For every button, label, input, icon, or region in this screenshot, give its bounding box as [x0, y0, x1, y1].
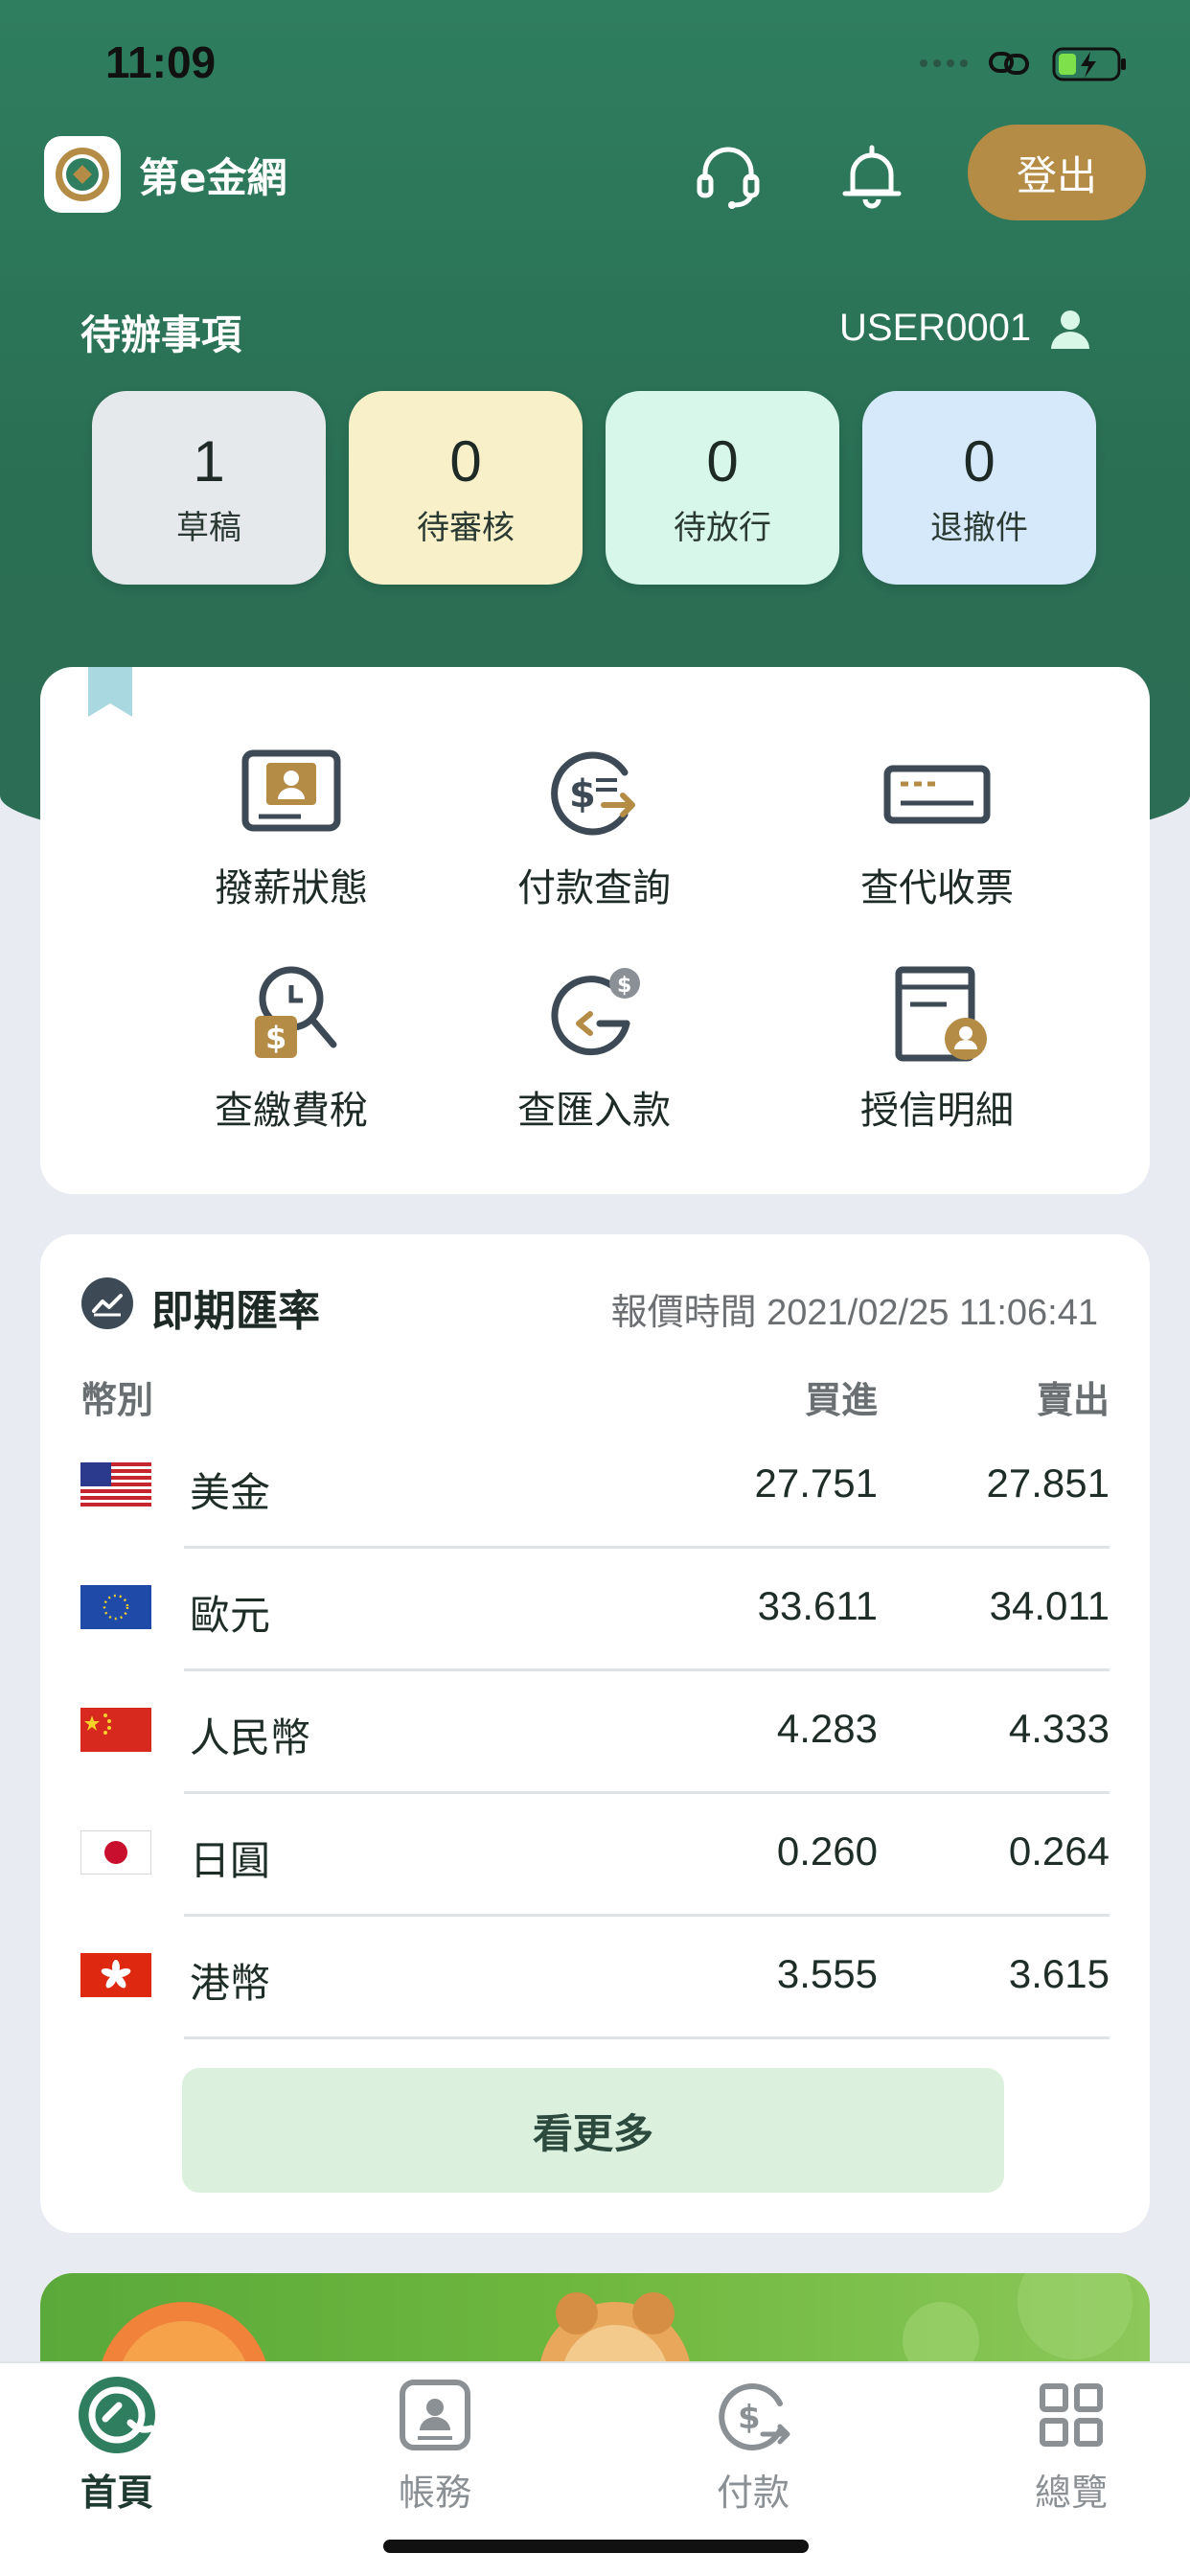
quick-menu-card: 撥薪狀態 $ 付款查詢 查代收票 $ 查繳費稅 $ 查匯入款 授信明細 — [40, 667, 1150, 1194]
tab-payment[interactable]: $ 付款 — [657, 2375, 849, 2528]
todo-card-pending-review[interactable]: 0 待審核 — [349, 391, 583, 585]
tab-home[interactable]: 首頁 — [21, 2375, 213, 2528]
credit-detail-icon — [895, 966, 987, 1062]
menu-label: 查繳費稅 — [215, 1089, 368, 1133]
menu-label: 撥薪狀態 — [215, 866, 368, 910]
exchange-rate-card: 即期匯率 報價時間 2021/02/25 11:06:41 幣別 買進 賣出 美… — [40, 1234, 1150, 2233]
menu-item-credit-detail[interactable]: 授信明細 — [793, 956, 1081, 1148]
trend-chart-icon — [81, 1277, 133, 1329]
account-icon — [400, 2380, 470, 2450]
todo-label: 退撤件 — [930, 508, 1028, 547]
tax-payment-icon: $ — [255, 966, 337, 1058]
rate-row-jpy[interactable]: 日圓 0.260 0.264 — [40, 1794, 1150, 1917]
rate-row-eur[interactable]: 歐元 33.611 34.011 — [40, 1549, 1150, 1671]
sell-rate: 4.333 — [1008, 1706, 1110, 1751]
todo-count: 0 — [449, 428, 482, 494]
svg-text:$: $ — [738, 2399, 761, 2437]
cn-flag-icon — [80, 1708, 151, 1752]
menu-item-collection-check[interactable]: 查代收票 — [793, 734, 1081, 926]
battery-icon — [1052, 47, 1126, 81]
buy-rate: 0.260 — [776, 1828, 878, 1874]
currency-name: 人民幣 — [190, 1714, 311, 1761]
todo-label: 待放行 — [674, 508, 771, 547]
menu-label: 查匯入款 — [517, 1089, 671, 1133]
signal-icon — [920, 59, 968, 67]
rate-row-hkd[interactable]: 港幣 3.555 3.615 — [40, 1917, 1150, 2039]
tab-label: 總覽 — [1034, 2472, 1108, 2514]
eu-flag-icon — [80, 1585, 151, 1629]
svg-text:$: $ — [569, 772, 596, 816]
todo-label: 待審核 — [417, 508, 515, 547]
tab-overview[interactable]: 總覽 — [975, 2375, 1167, 2528]
menu-label: 查代收票 — [860, 866, 1014, 910]
status-time: 11:09 — [105, 37, 217, 87]
menu-item-inward-remittance[interactable]: $ 查匯入款 — [450, 956, 738, 1148]
currency-name: 美金 — [190, 1469, 271, 1516]
sell-rate: 3.615 — [1008, 1951, 1110, 1996]
buy-rate: 33.611 — [757, 1583, 878, 1628]
sell-rate: 27.851 — [986, 1460, 1110, 1506]
column-header-currency: 幣別 — [80, 1379, 154, 1421]
buy-rate: 3.555 — [776, 1951, 878, 1996]
customer-service-icon[interactable] — [690, 138, 767, 215]
column-header-buy: 買進 — [804, 1379, 878, 1421]
payroll-icon — [241, 749, 341, 832]
tab-label: 首頁 — [80, 2472, 153, 2514]
row-divider — [184, 2036, 1110, 2039]
user-id: USER0001 — [839, 307, 1032, 349]
hotspot-link-icon — [989, 52, 1029, 75]
menu-label: 付款查詢 — [517, 866, 671, 910]
logout-button[interactable]: 登出 — [968, 125, 1146, 220]
menu-item-tax-payment[interactable]: $ 查繳費稅 — [148, 956, 435, 1148]
hk-flag-icon — [80, 1953, 151, 1997]
currency-name: 日圓 — [190, 1837, 271, 1884]
sell-rate: 0.264 — [1008, 1828, 1110, 1874]
quote-time: 報價時間 2021/02/25 11:06:41 — [610, 1293, 1098, 1333]
currency-name: 港幣 — [190, 1960, 271, 2007]
menu-item-payment-query[interactable]: $ 付款查詢 — [450, 734, 738, 926]
menu-label: 授信明細 — [860, 1089, 1014, 1133]
jp-flag-icon — [80, 1830, 151, 1874]
bookmark-icon — [88, 667, 132, 717]
logo-coin-icon — [56, 148, 109, 201]
buy-rate: 27.751 — [754, 1460, 878, 1506]
todo-card-returned[interactable]: 0 退撤件 — [862, 391, 1096, 585]
rate-title: 即期匯率 — [151, 1287, 320, 1336]
rate-row-cny[interactable]: 人民幣 4.283 4.333 — [40, 1671, 1150, 1794]
rate-row-usd[interactable]: 美金 27.751 27.851 — [40, 1426, 1150, 1549]
home-indicator — [383, 2540, 809, 2553]
us-flag-icon — [80, 1462, 151, 1506]
column-header-sell: 賣出 — [1036, 1379, 1110, 1421]
sell-rate: 34.011 — [989, 1583, 1110, 1628]
todo-label: 草稿 — [176, 508, 241, 547]
payment-icon: $ — [719, 2383, 790, 2450]
todo-card-draft[interactable]: 1 草稿 — [92, 391, 326, 585]
app-title: 第e金網 — [139, 154, 287, 201]
todo-card-pending-release[interactable]: 0 待放行 — [606, 391, 839, 585]
todo-count: 1 — [193, 428, 225, 494]
menu-item-payroll-status[interactable]: 撥薪狀態 — [148, 734, 435, 926]
tab-label: 付款 — [716, 2472, 790, 2514]
home-icon — [79, 2377, 155, 2453]
notification-bell-icon[interactable] — [834, 138, 910, 215]
status-bar: 11:09 — [0, 0, 1190, 125]
see-more-button[interactable]: 看更多 — [182, 2068, 1004, 2193]
svg-text:$: $ — [265, 1020, 286, 1056]
collection-check-icon — [883, 765, 991, 824]
todo-count: 0 — [706, 428, 739, 494]
currency-name: 歐元 — [190, 1592, 271, 1639]
todo-count: 0 — [963, 428, 995, 494]
bank-logo — [44, 136, 121, 213]
tab-account[interactable]: 帳務 — [339, 2375, 531, 2528]
user-icon — [1051, 310, 1089, 349]
buy-rate: 4.283 — [776, 1706, 878, 1751]
tab-label: 帳務 — [398, 2472, 471, 2514]
payment-query-icon: $ — [551, 751, 635, 836]
app-header: 第e金網 登出 — [0, 125, 1190, 230]
svg-text:$: $ — [617, 974, 631, 998]
todo-title: 待辦事項 — [80, 311, 242, 358]
inward-remittance-icon: $ — [551, 968, 640, 1056]
overview-icon — [1040, 2383, 1103, 2447]
